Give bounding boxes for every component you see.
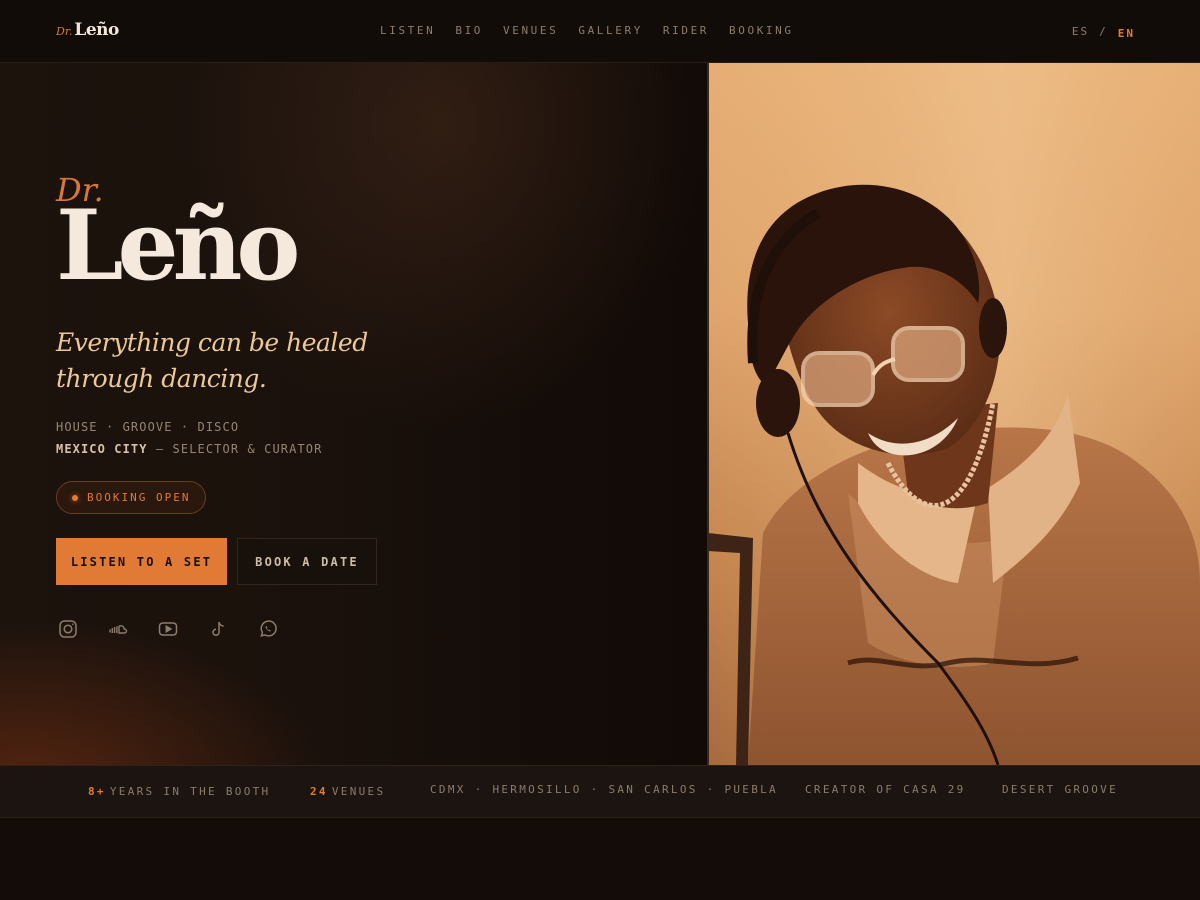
logo[interactable]: Dr. Leño: [56, 20, 119, 40]
stat-venues-number: 24: [310, 785, 328, 798]
stat-years-number: 8+: [88, 785, 106, 798]
stat-years: 8+ YEARS IN THE BOOTH: [88, 785, 270, 798]
hero-name: Leño: [56, 189, 300, 302]
stat-venues: 24 VENUES: [310, 785, 385, 798]
hero-photo: [708, 63, 1200, 765]
booking-status-badge: BOOKING OPEN: [56, 481, 207, 514]
logo-name: Leño: [74, 20, 119, 40]
stat-years-label: YEARS IN THE BOOTH: [109, 785, 271, 798]
youtube-icon[interactable]: [157, 618, 179, 640]
nav-link-gallery[interactable]: GALLERY: [578, 24, 643, 37]
hero-section: Dr. Leño Everything can be healed throug…: [0, 63, 708, 765]
lang-separator: /: [1099, 25, 1108, 38]
nav-link-bio[interactable]: BIO: [455, 24, 483, 37]
stat-creator: CREATOR OF CASA 29: [805, 783, 966, 796]
top-nav: Dr. Leño LISTEN BIO VENUES GALLERY RIDER …: [0, 0, 1200, 63]
nav-link-booking[interactable]: BOOKING: [729, 24, 794, 37]
role-text: — SELECTOR & CURATOR: [155, 442, 323, 456]
nav-link-venues[interactable]: VENUES: [503, 24, 558, 37]
stat-desert-groove: DESERT GROOVE: [1002, 783, 1118, 796]
book-date-button[interactable]: BOOK A DATE: [237, 538, 377, 585]
status-dot-icon: [72, 494, 78, 501]
soundcloud-icon[interactable]: [107, 618, 129, 640]
lang-es[interactable]: ES: [1072, 25, 1089, 38]
nav-link-rider[interactable]: RIDER: [663, 24, 709, 37]
genres-line: HOUSE · GROOVE · DISCO: [56, 420, 240, 434]
city-name: MEXICO CITY: [56, 442, 148, 456]
stats-bar: 8+ YEARS IN THE BOOTH 24 VENUES CDMX · HER…: [0, 765, 1200, 818]
language-switcher: ES / EN: [1072, 25, 1135, 40]
lang-en[interactable]: EN: [1118, 27, 1135, 40]
city-line: MEXICO CITY — SELECTOR & CURATOR: [56, 442, 322, 456]
listen-to-set-button[interactable]: LISTEN TO A SET: [56, 538, 227, 585]
nav-link-listen[interactable]: LISTEN: [380, 24, 435, 37]
whatsapp-icon[interactable]: [257, 618, 279, 640]
social-links: [57, 618, 307, 640]
dj-portrait-image: [708, 63, 1200, 765]
page-footer-area: [0, 818, 1200, 900]
stat-venues-label: VENUES: [331, 785, 386, 798]
panel-divider: [707, 63, 709, 765]
stat-cities: CDMX · HERMOSILLO · SAN CARLOS · PUEBLA: [430, 783, 778, 796]
tiktok-icon[interactable]: [207, 618, 229, 640]
main-menu: LISTEN BIO VENUES GALLERY RIDER BOOKING: [370, 24, 804, 37]
instagram-icon[interactable]: [57, 618, 79, 640]
badge-label: BOOKING OPEN: [87, 491, 191, 504]
logo-prefix: Dr.: [56, 25, 73, 38]
hero-tagline: Everything can be healed through dancing…: [56, 328, 368, 393]
